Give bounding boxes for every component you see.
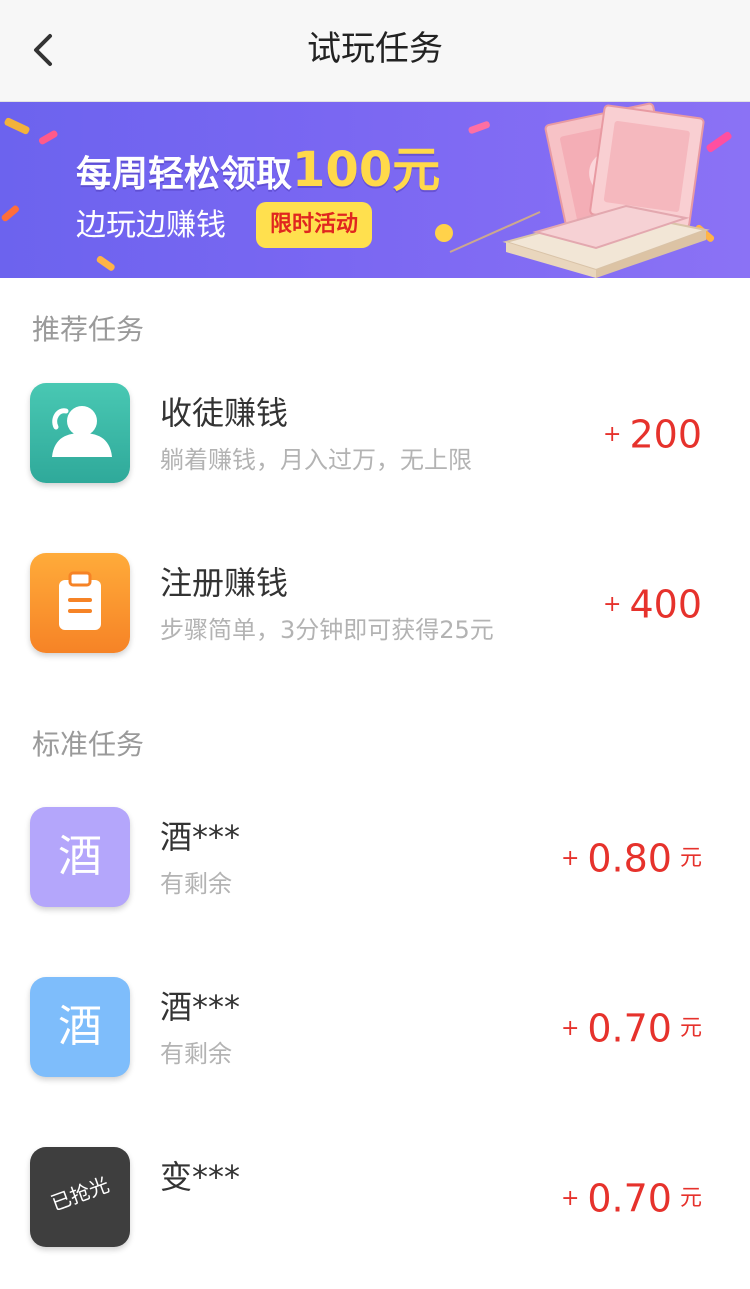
task-icon (30, 383, 130, 483)
banner-amount: 100元 (292, 142, 441, 198)
money-stack-icon (502, 102, 710, 278)
clipboard-icon (59, 571, 101, 630)
task-icon-char: 酒 (58, 1001, 102, 1052)
task-icon: 酒 (30, 807, 130, 907)
banner-headline: 每周轻松领取100元 (76, 142, 441, 198)
task-icon (30, 553, 130, 653)
task-row[interactable]: 已抢光 变*** +0.70 元 (0, 1147, 750, 1257)
user-icon (52, 406, 112, 457)
task-row[interactable]: 酒 酒*** 有剩余 +0.80 元 (0, 807, 750, 917)
task-reward: +0.80 元 (560, 836, 702, 881)
nav-bar: 试玩任务 (0, 0, 750, 102)
task-description: 步骤简单，3分钟即可获得25元 (160, 616, 494, 644)
task-title: 酒*** (160, 988, 241, 1026)
page-title: 试玩任务 (307, 29, 443, 69)
banner-subtitle: 边玩边赚钱 (76, 208, 226, 243)
task-status: 有剩余 (160, 870, 232, 898)
task-title: 收徒赚钱 (160, 394, 289, 432)
task-reward: +0.70 元 (560, 1176, 702, 1221)
task-row-recruit[interactable]: 收徒赚钱 躺着赚钱，月入过万，无上限 +200 (0, 383, 750, 493)
section-title-recommended: 推荐任务 (32, 313, 145, 346)
task-description: 躺着赚钱，月入过万，无上限 (160, 446, 472, 474)
task-row[interactable]: 酒 酒*** 有剩余 +0.70 元 (0, 977, 750, 1087)
promo-banner[interactable]: 每周轻松领取100元 边玩边赚钱 限时活动 (0, 102, 750, 278)
task-icon: 酒 (30, 977, 130, 1077)
task-title: 注册赚钱 (160, 564, 289, 602)
task-title: 变*** (160, 1158, 241, 1196)
section-title-standard: 标准任务 (32, 728, 145, 761)
task-row-register[interactable]: 注册赚钱 步骤简单，3分钟即可获得25元 +400 (0, 553, 750, 663)
task-status: 有剩余 (160, 1040, 232, 1068)
limited-time-badge: 限时活动 (256, 202, 373, 248)
task-icon-char: 酒 (58, 831, 102, 882)
task-title: 酒*** (160, 818, 241, 856)
sold-out-stamp: 已抢光 (47, 1172, 113, 1216)
task-icon: 已抢光 (30, 1147, 130, 1247)
task-reward: +400 (603, 582, 702, 627)
task-reward: +0.70 元 (560, 1006, 702, 1051)
task-reward: +200 (603, 412, 702, 457)
